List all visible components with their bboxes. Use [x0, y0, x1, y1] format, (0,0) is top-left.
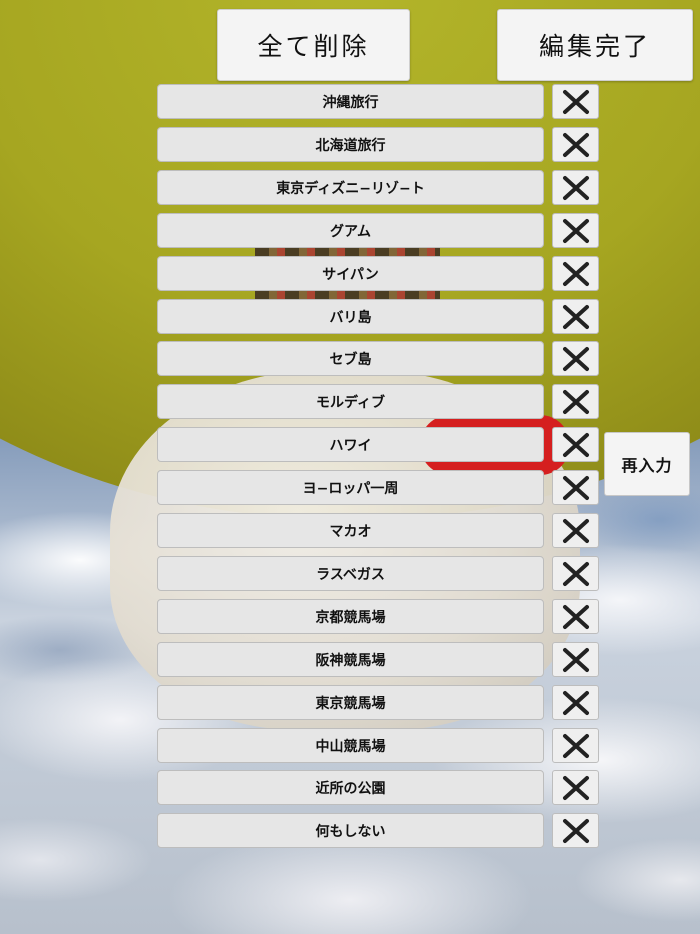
list-item-button[interactable]: 近所の公園 — [157, 770, 544, 805]
list-item-button[interactable]: サイパン — [157, 256, 544, 291]
list-item-button[interactable]: ヨ−ロッパ一周 — [157, 470, 544, 505]
close-icon — [561, 518, 591, 544]
close-icon — [561, 561, 591, 587]
close-icon — [561, 304, 591, 330]
close-icon — [561, 89, 591, 115]
delete-item-button[interactable] — [552, 84, 599, 119]
delete-item-button[interactable] — [552, 256, 599, 291]
delete-item-button[interactable] — [552, 470, 599, 505]
list-item-button[interactable]: 北海道旅行 — [157, 127, 544, 162]
list-item-button[interactable]: 京都競馬場 — [157, 599, 544, 634]
delete-item-button[interactable] — [552, 299, 599, 334]
close-icon — [561, 175, 591, 201]
close-icon — [561, 132, 591, 158]
close-icon — [561, 647, 591, 673]
delete-item-button[interactable] — [552, 813, 599, 848]
close-icon — [561, 218, 591, 244]
close-icon — [561, 604, 591, 630]
delete-item-button[interactable] — [552, 127, 599, 162]
delete-item-button[interactable] — [552, 556, 599, 591]
delete-item-button[interactable] — [552, 170, 599, 205]
app-screen: 全て削除 編集完了 沖縄旅行北海道旅行東京ディズニ−リゾ−ト グアムサイパンバリ島… — [0, 0, 700, 934]
delete-item-button[interactable] — [552, 513, 599, 548]
delete-item-button[interactable] — [552, 599, 599, 634]
delete-item-button[interactable] — [552, 728, 599, 763]
close-icon — [561, 475, 591, 501]
list-item-button[interactable]: 阪神競馬場 — [157, 642, 544, 677]
close-icon — [561, 389, 591, 415]
list-item-button[interactable]: ハワイ — [157, 427, 544, 462]
list-item-button[interactable]: バリ島 — [157, 299, 544, 334]
list-item-button[interactable]: マカオ — [157, 513, 544, 548]
list-item-button[interactable]: モルディブ — [157, 384, 544, 419]
close-icon — [561, 432, 591, 458]
close-icon — [561, 775, 591, 801]
list-item-button[interactable]: ラスベガス — [157, 556, 544, 591]
list-item-button[interactable]: セブ島 — [157, 341, 544, 376]
list-item-button[interactable]: 何もしない — [157, 813, 544, 848]
delete-item-button[interactable] — [552, 213, 599, 248]
list-item-button[interactable]: 東京競馬場 — [157, 685, 544, 720]
edit-done-button[interactable]: 編集完了 — [497, 9, 693, 81]
delete-item-button[interactable] — [552, 384, 599, 419]
delete-item-button[interactable] — [552, 642, 599, 677]
list-item-button[interactable]: グアム — [157, 213, 544, 248]
close-icon — [561, 733, 591, 759]
clear-all-button[interactable]: 全て削除 — [217, 9, 410, 81]
delete-item-button[interactable] — [552, 685, 599, 720]
delete-item-button[interactable] — [552, 427, 599, 462]
list-item-button[interactable]: 中山競馬場 — [157, 728, 544, 763]
delete-item-button[interactable] — [552, 770, 599, 805]
delete-item-button[interactable] — [552, 341, 599, 376]
list-item-button[interactable]: 沖縄旅行 — [157, 84, 544, 119]
list-item-button[interactable]: 東京ディズニ−リゾ−ト — [157, 170, 544, 205]
close-icon — [561, 261, 591, 287]
reinput-button[interactable]: 再入力 — [604, 432, 690, 496]
close-icon — [561, 690, 591, 716]
close-icon — [561, 346, 591, 372]
close-icon — [561, 818, 591, 844]
